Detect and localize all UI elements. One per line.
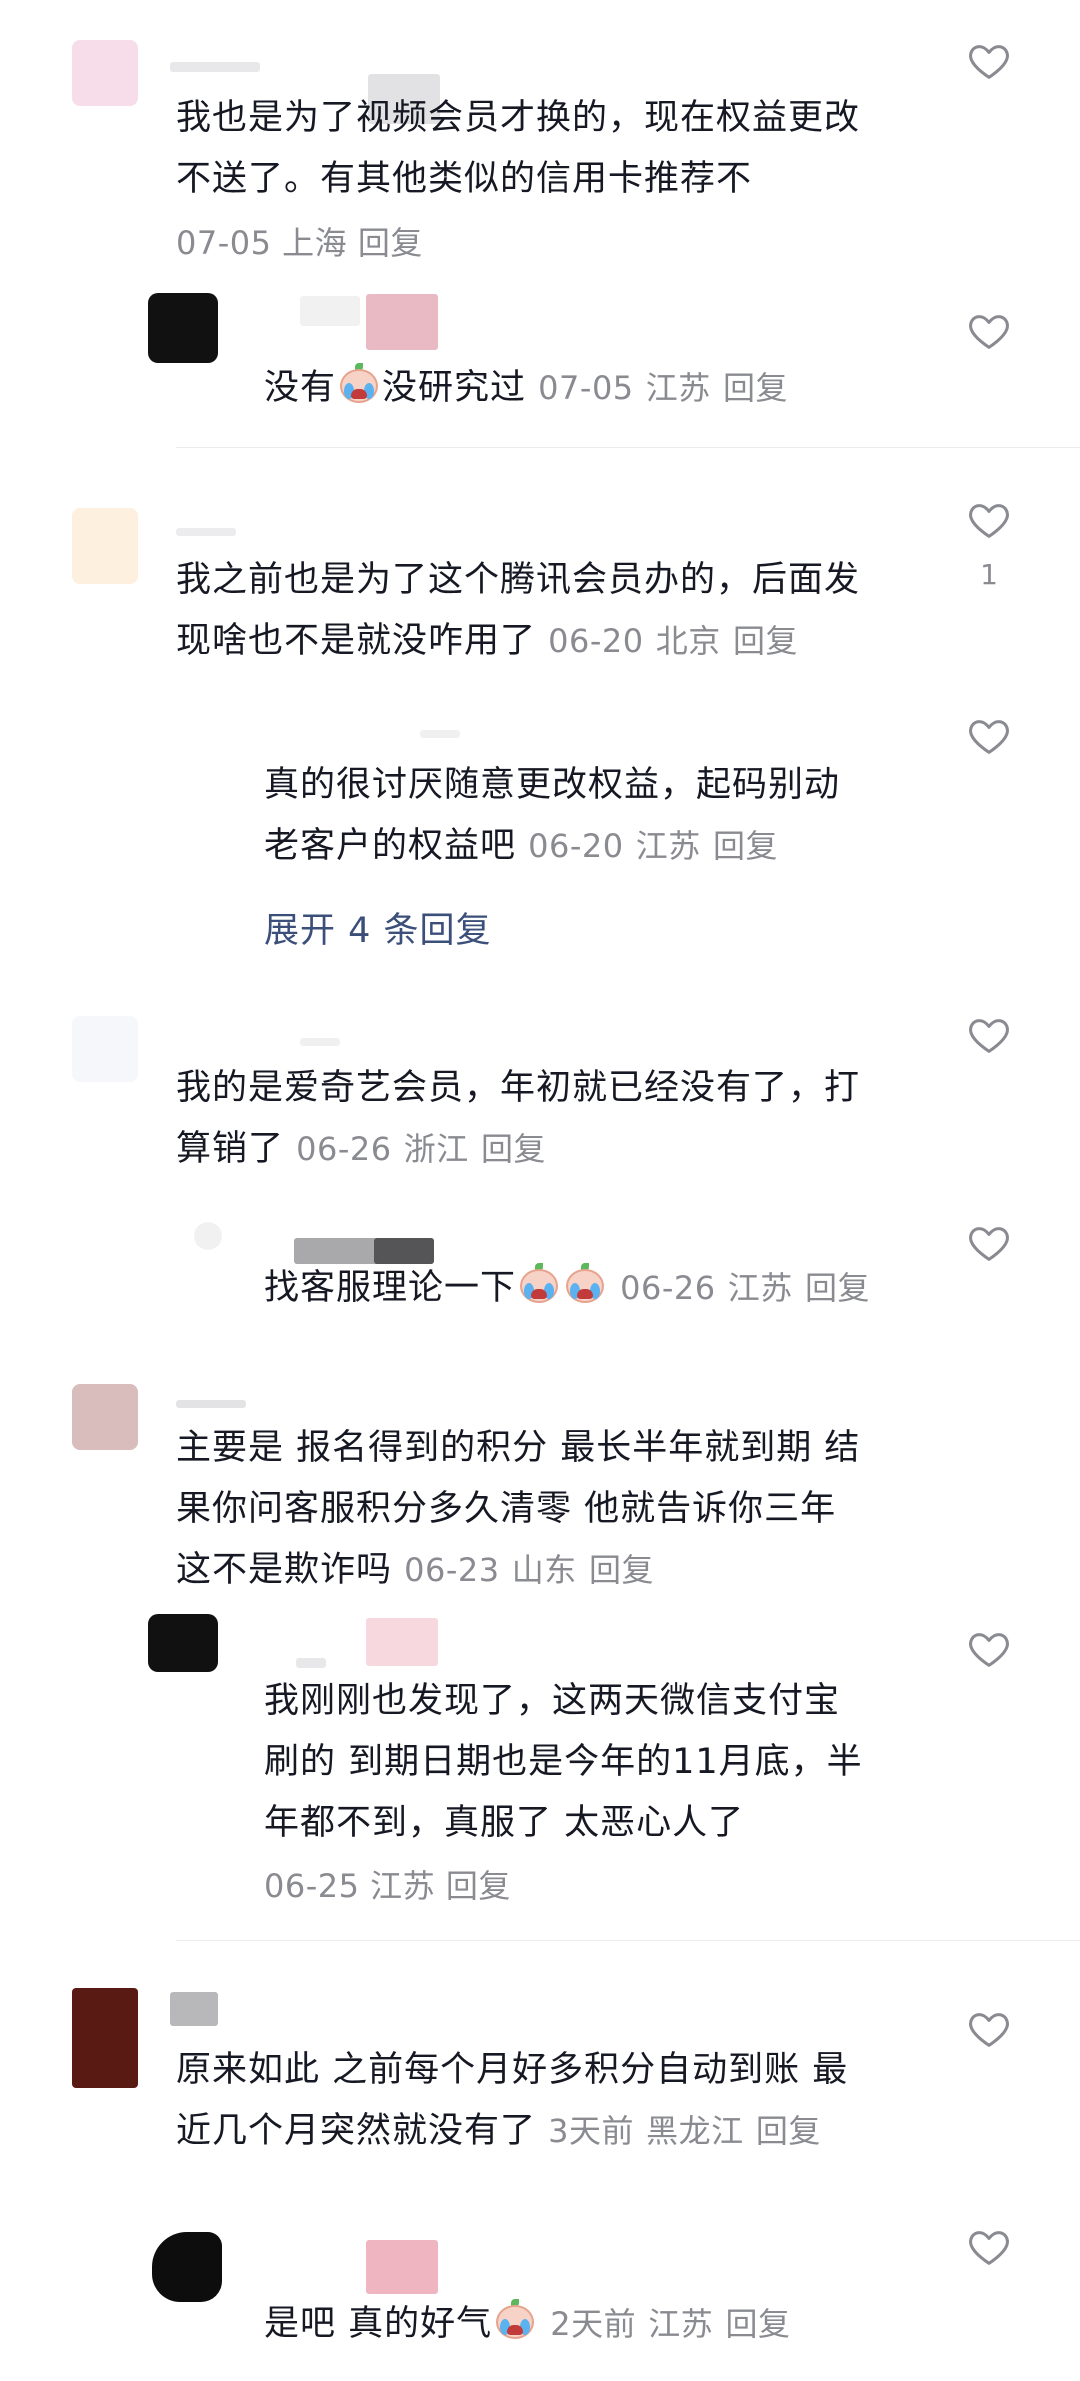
reply-date: 2天前 <box>550 2305 637 2343</box>
like-button[interactable] <box>966 1220 1012 1266</box>
like-button[interactable] <box>966 38 1012 84</box>
avatar[interactable] <box>148 293 218 363</box>
heart-outline-icon <box>969 45 1009 79</box>
reply-button[interactable]: 回复 <box>725 2305 790 2343</box>
like-button[interactable] <box>966 497 1012 543</box>
username-blur <box>366 2240 438 2294</box>
username-blur <box>170 1992 218 2026</box>
comment-location: 山东 <box>511 1551 577 1589</box>
comment-date: 3天前 <box>548 2112 635 2150</box>
reply-date: 06-26 <box>620 1269 716 1307</box>
reply-text: 找客服理论一下 06-26 江苏 回复 <box>264 1258 870 1319</box>
reply-location: 江苏 <box>370 1867 436 1905</box>
heart-outline-icon <box>969 720 1009 754</box>
reply-location: 江苏 <box>635 827 701 865</box>
divider <box>176 447 1080 448</box>
comment-date: 06-20 <box>548 622 644 660</box>
reply-text: 没有 没研究过 07-05 江苏 回复 <box>264 358 788 419</box>
avatar[interactable] <box>152 2232 222 2302</box>
comment-date: 07-05 <box>176 224 272 262</box>
like-button[interactable] <box>966 308 1012 354</box>
comment-meta: 07-05 上海 回复 <box>176 213 423 274</box>
comment-location: 上海 <box>282 224 348 262</box>
avatar[interactable] <box>72 1384 138 1450</box>
comment-text: 我也是为了视频会员才换的，现在权益更改 不送了。有其他类似的信用卡推荐不 <box>176 98 861 199</box>
avatar[interactable] <box>72 40 138 106</box>
username-blur <box>296 1658 326 1668</box>
crying-face-emoji-icon <box>562 1263 608 1307</box>
reply-date: 07-05 <box>538 369 634 407</box>
avatar[interactable] <box>148 1614 218 1672</box>
crying-face-emoji-icon <box>336 363 382 407</box>
like-button[interactable] <box>966 2006 1012 2052</box>
heart-outline-icon <box>969 1019 1009 1053</box>
like-button[interactable] <box>966 713 1012 759</box>
divider <box>176 1940 1080 1941</box>
avatar[interactable] <box>72 508 138 584</box>
crying-face-emoji-icon <box>516 1263 562 1307</box>
heart-outline-icon <box>969 504 1009 538</box>
crying-face-emoji-icon <box>492 2299 538 2343</box>
comment-text: 我之前也是为了这个腾讯会员办的，后面发 现啥也不是就没咋用了 06-20 北京 … <box>176 560 861 661</box>
heart-outline-icon <box>969 1633 1009 1667</box>
comment-date: 06-23 <box>404 1551 500 1589</box>
comment-location: 北京 <box>655 622 721 660</box>
comment-text: 原来如此 之前每个月好多积分自动到账 最 近几个月突然就没有了 3天前 黑龙江 … <box>176 2050 849 2151</box>
username-blur <box>170 62 260 72</box>
avatar[interactable] <box>72 1016 138 1082</box>
reply-meta: 06-25 江苏 回复 <box>264 1856 511 1917</box>
like-button[interactable] <box>966 1012 1012 1058</box>
username-blur <box>366 1618 438 1666</box>
reply-date: 06-25 <box>264 1867 360 1905</box>
avatar[interactable] <box>194 1222 222 1250</box>
heart-outline-icon <box>969 1227 1009 1261</box>
reply-button[interactable]: 回复 <box>805 1269 870 1307</box>
reply-date: 06-20 <box>528 827 624 865</box>
reply-text: 真的很讨厌随意更改权益，起码别动 老客户的权益吧 06-20 江苏 回复 <box>264 765 841 866</box>
reply-location: 江苏 <box>727 1269 793 1307</box>
reply-button[interactable]: 回复 <box>589 1551 654 1589</box>
username-blur <box>176 528 236 536</box>
avatar[interactable] <box>72 1988 138 2088</box>
like-button[interactable] <box>966 2224 1012 2270</box>
reply-button[interactable]: 回复 <box>713 827 778 865</box>
like-button[interactable] <box>966 1626 1012 1672</box>
reply-location: 江苏 <box>645 369 711 407</box>
username-blur <box>176 1400 246 1408</box>
comment-date: 06-26 <box>296 1130 392 1168</box>
reply-button[interactable]: 回复 <box>723 369 788 407</box>
comment-text: 主要是 报名得到的积分 最长半年就到期 结 果你问客服积分多久清零 他就告诉你三… <box>176 1428 861 1590</box>
reply-text: 是吧 真的好气 2天前 江苏 回复 <box>264 2294 790 2355</box>
username-blur <box>366 294 438 350</box>
reply-button[interactable]: 回复 <box>733 622 798 660</box>
reply-button[interactable]: 回复 <box>358 224 423 262</box>
heart-outline-icon <box>969 2013 1009 2047</box>
heart-outline-icon <box>969 315 1009 349</box>
username-blur <box>300 296 360 326</box>
comment-location: 浙江 <box>403 1130 469 1168</box>
reply-button[interactable]: 回复 <box>756 2112 821 2150</box>
like-count: 1 <box>980 558 998 591</box>
reply-text: 我刚刚也发现了，这两天微信支付宝 刷的 到期日期也是今年的11月底，半 年都不到… <box>264 1681 863 1843</box>
username-blur <box>420 730 460 738</box>
comment-location: 黑龙江 <box>646 2112 744 2150</box>
reply-button[interactable]: 回复 <box>446 1867 511 1905</box>
reply-location: 江苏 <box>648 2305 714 2343</box>
expand-replies-button[interactable]: 展开 4 条回复 <box>264 902 492 953</box>
username-blur <box>300 1038 340 1046</box>
comment-text: 我的是爱奇艺会员，年初就已经没有了，打 算销了 06-26 浙江 回复 <box>176 1068 861 1169</box>
heart-outline-icon <box>969 2231 1009 2265</box>
reply-button[interactable]: 回复 <box>481 1130 546 1168</box>
